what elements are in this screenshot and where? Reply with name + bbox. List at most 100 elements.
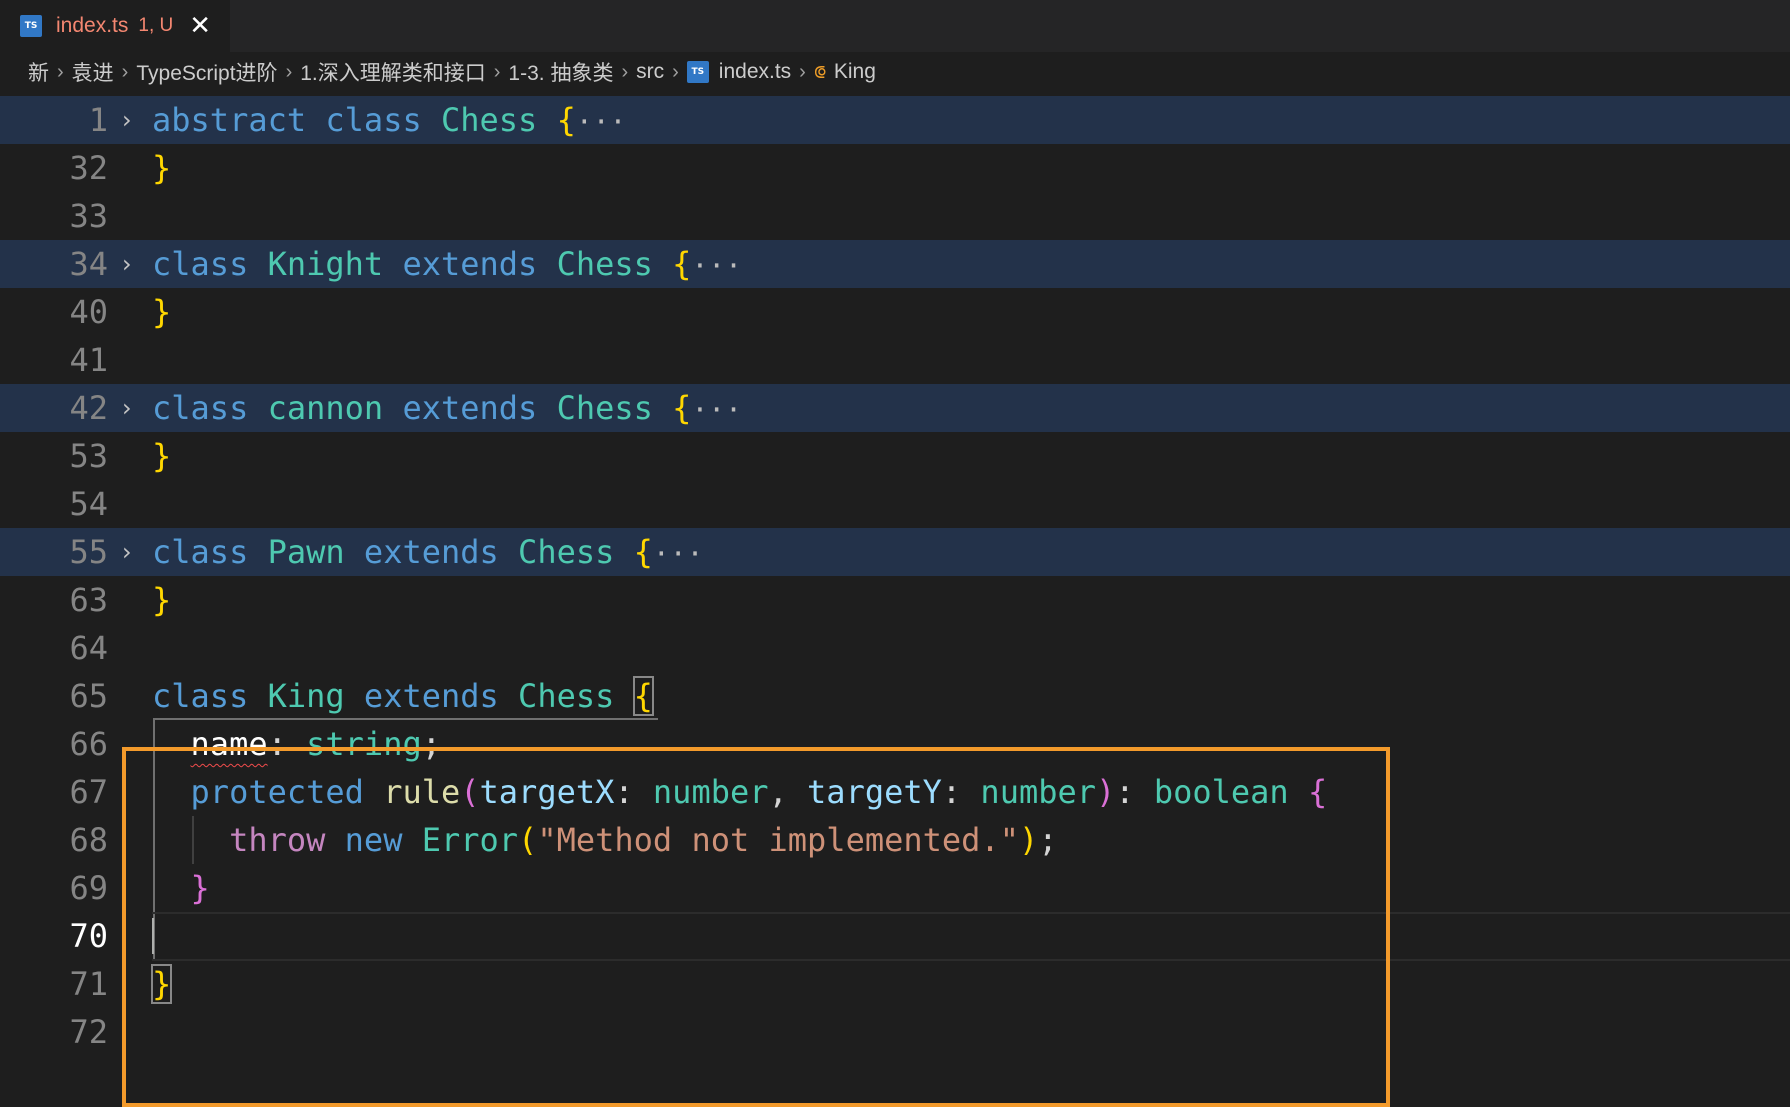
chevron-right-icon: › (121, 60, 129, 83)
chevron-right-icon[interactable]: › (122, 106, 132, 134)
keyword: new (344, 821, 403, 859)
code-line[interactable]: 71 } (0, 960, 1790, 1008)
code-line[interactable]: 68 throw new Error("Method not implement… (0, 816, 1790, 864)
code-line[interactable]: 69 } (0, 864, 1790, 912)
matched-brace: } (150, 964, 173, 1004)
punctuation: : (267, 725, 307, 763)
string-literal: "Method not implemented." (537, 821, 1019, 859)
breadcrumb-item[interactable]: 1.深入理解类和接口 (300, 57, 486, 87)
current-line-border (152, 959, 1790, 961)
brace: } (152, 293, 172, 331)
chevron-right-icon[interactable]: › (122, 538, 132, 566)
class-name: Chess (518, 677, 615, 715)
code-line[interactable]: 66 name: string; (0, 720, 1790, 768)
code-line[interactable]: 55 › class Pawn extends Chess {··· (0, 528, 1790, 576)
code-line[interactable]: 1 › abstract class Chess {··· (0, 96, 1790, 144)
keyword: class (152, 389, 249, 427)
breadcrumb-item[interactable]: 1-3. 抽象类 (508, 57, 613, 87)
line-number: 63 (69, 581, 108, 619)
code-line[interactable]: 41 (0, 336, 1790, 384)
method-name: rule (383, 773, 461, 811)
keyword: protected (190, 773, 364, 811)
folded-ellipsis[interactable]: ··· (653, 537, 704, 570)
line-number: 42 (69, 389, 108, 427)
code-line[interactable]: 40 } (0, 288, 1790, 336)
brace: { (1307, 773, 1328, 811)
line-number: 71 (69, 965, 108, 1003)
chevron-right-icon: › (493, 60, 501, 83)
paren: ) (1096, 773, 1116, 811)
breadcrumb-item[interactable]: src (636, 60, 664, 84)
code-line[interactable]: 32 } (0, 144, 1790, 192)
code-line[interactable]: 64 (0, 624, 1790, 672)
class-name: Chess (440, 101, 538, 139)
chevron-right-icon: › (285, 60, 293, 83)
line-number: 41 (69, 341, 108, 379)
code-line[interactable]: 34 › class Knight extends Chess {··· (0, 240, 1790, 288)
code-editor[interactable]: 1 › abstract class Chess {··· 32 } 33 34… (0, 92, 1790, 1107)
class-name: Chess (556, 389, 653, 427)
code-line[interactable]: 54 (0, 480, 1790, 528)
line-number: 34 (69, 245, 108, 283)
folded-ellipsis[interactable]: ··· (691, 393, 742, 426)
code-line[interactable]: 33 (0, 192, 1790, 240)
breadcrumb: 新 › 袁进 › TypeScript进阶 › 1.深入理解类和接口 › 1-3… (0, 52, 1790, 92)
breadcrumb-symbol[interactable]: King (834, 60, 876, 84)
current-line-border (152, 912, 1790, 914)
tab-problem-status: 1, U (138, 15, 174, 36)
line-number: 33 (69, 197, 108, 235)
type-name: boolean (1153, 773, 1289, 811)
brace: { (633, 533, 653, 571)
close-icon[interactable]: ✕ (189, 13, 211, 39)
paren: ) (1018, 821, 1039, 859)
code-line[interactable]: 72 (0, 1008, 1790, 1056)
breadcrumb-item[interactable]: TypeScript进阶 (136, 57, 277, 87)
code-line[interactable]: 42 › class cannon extends Chess {··· (0, 384, 1790, 432)
class-name: Chess (518, 533, 615, 571)
keyword: class (325, 101, 422, 139)
line-number: 32 (69, 149, 108, 187)
class-name: Error (421, 821, 519, 859)
brace: { (556, 101, 576, 139)
brace: } (152, 149, 172, 187)
keyword: abstract (152, 101, 307, 139)
folded-ellipsis[interactable]: ··· (576, 105, 627, 138)
line-number: 53 (69, 437, 108, 475)
chevron-right-icon: › (672, 60, 679, 83)
keyword: class (152, 245, 249, 283)
code-line[interactable]: 67 protected rule(targetX: number, targe… (0, 768, 1790, 816)
tab-index-ts[interactable]: TS index.ts 1, U ✕ (0, 0, 230, 52)
brace: { (672, 245, 692, 283)
code-line[interactable]: 65 class King extends Chess { (0, 672, 1790, 720)
code-line[interactable]: 53 } (0, 432, 1790, 480)
keyword: extends (402, 245, 538, 283)
property-name-error[interactable]: name (191, 725, 268, 763)
text-cursor (152, 918, 154, 954)
line-number: 67 (69, 773, 108, 811)
punctuation: ; (421, 725, 441, 763)
breadcrumb-file[interactable]: index.ts (719, 60, 791, 84)
code-line[interactable]: 63 } (0, 576, 1790, 624)
class-name: Chess (556, 245, 653, 283)
line-number: 55 (69, 533, 108, 571)
breadcrumb-item[interactable]: 袁进 (72, 57, 114, 87)
chevron-right-icon[interactable]: › (122, 250, 132, 278)
keyword: class (152, 533, 249, 571)
param-name: targetY (807, 773, 942, 811)
tab-bar: TS index.ts 1, U ✕ (0, 0, 1790, 53)
class-symbol-icon: ⟃ (813, 60, 826, 83)
class-name: Knight (267, 245, 384, 283)
chevron-right-icon[interactable]: › (122, 394, 132, 422)
class-name: King (267, 677, 345, 715)
code-line-current[interactable]: 70 (0, 912, 1790, 960)
type-name: number (980, 773, 1097, 811)
typescript-file-icon: TS (686, 61, 709, 83)
folded-ellipsis[interactable]: ··· (691, 249, 742, 282)
breadcrumb-item[interactable]: 新 (28, 57, 49, 87)
brace: { (672, 389, 692, 427)
line-number: 68 (69, 821, 108, 859)
type-name: number (652, 773, 769, 811)
keyword: extends (402, 389, 538, 427)
param-name: targetX (479, 773, 615, 811)
keyword: extends (363, 533, 499, 571)
